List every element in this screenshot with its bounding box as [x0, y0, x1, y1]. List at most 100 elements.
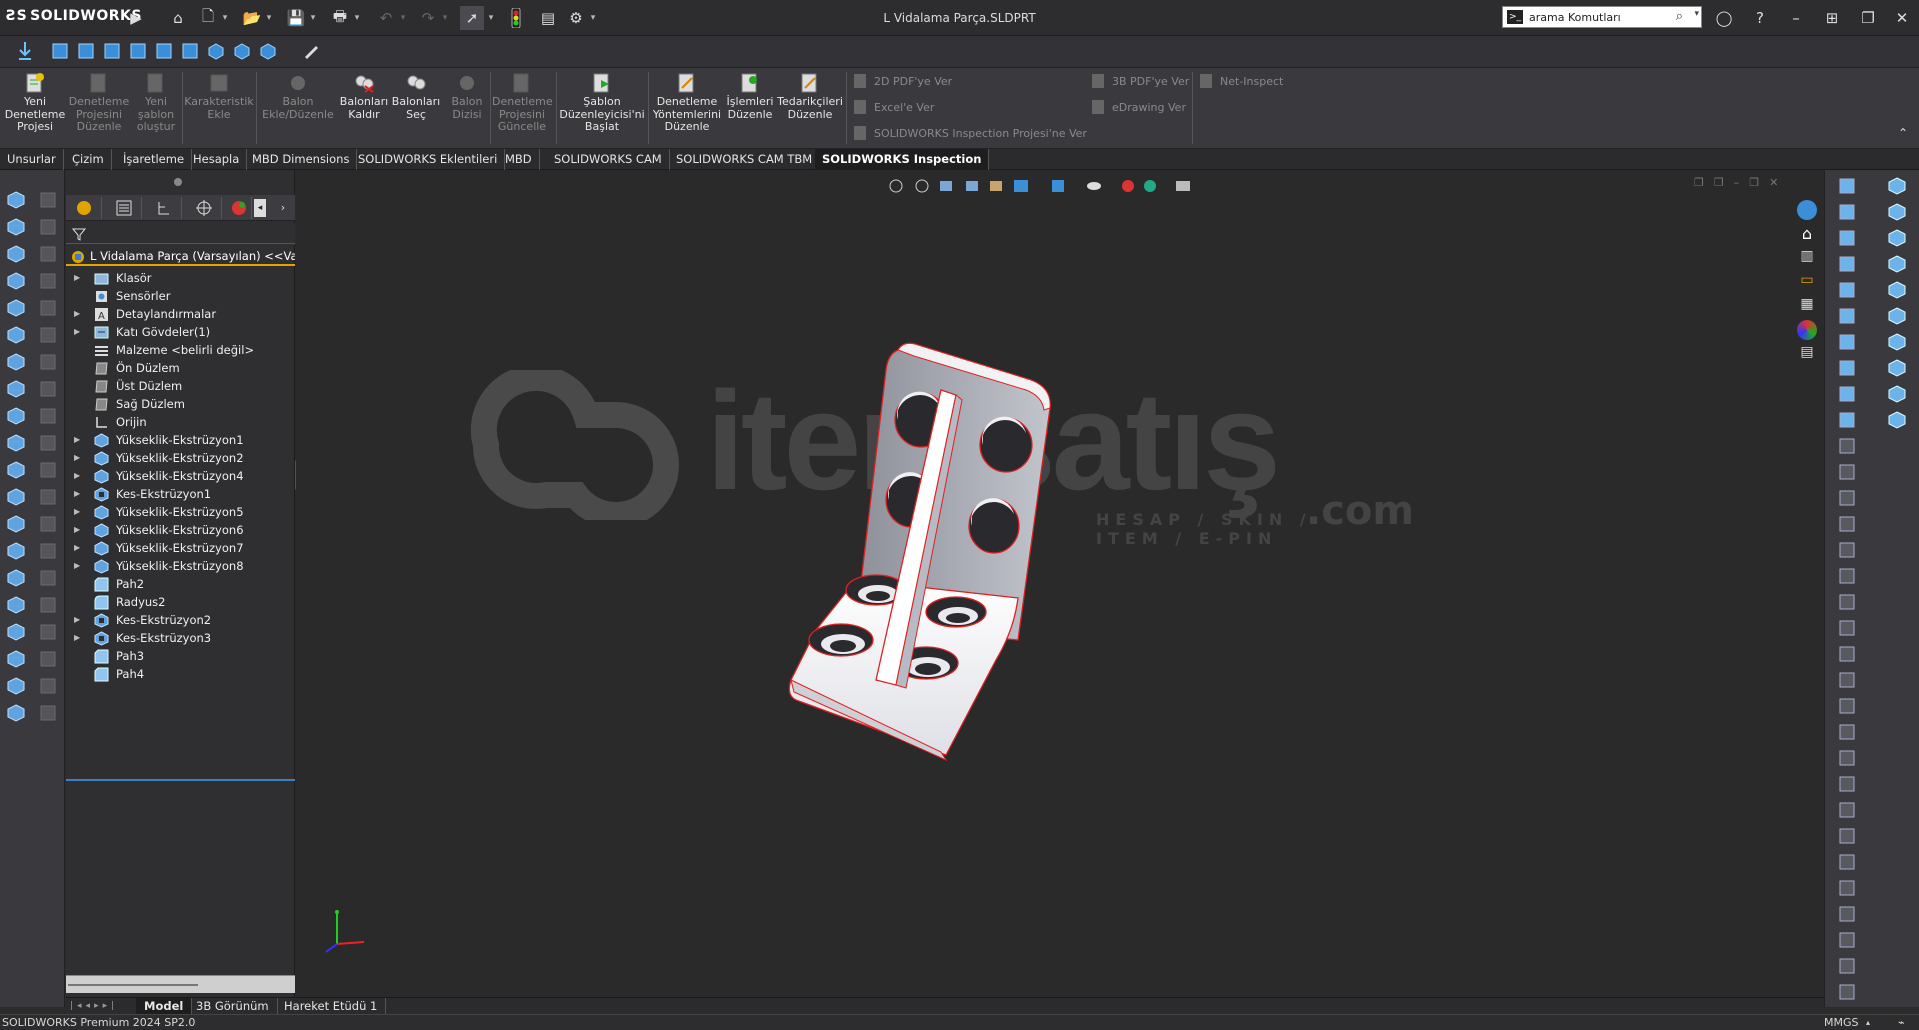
collapse-ribbon-icon[interactable]: ⌃ [1898, 126, 1908, 140]
feature-filter-bar[interactable] [66, 223, 295, 245]
sketch-tool-icon[interactable] [1837, 228, 1857, 248]
draft-icon[interactable] [6, 541, 26, 561]
feature-tree-item[interactable]: ▶ Yükseklik-Ekstrüzyon6 [66, 521, 295, 539]
sketch-tool-icon[interactable] [1837, 358, 1857, 378]
user-account-icon[interactable]: ◯ [1710, 6, 1738, 30]
sketch-tool-icon[interactable] [1837, 930, 1857, 950]
print-dropdown-icon[interactable]: ▾ [352, 8, 362, 28]
tab-hesapla[interactable]: Hesapla [186, 149, 248, 170]
feature-tree-item[interactable]: Sensörler [66, 287, 295, 305]
help-icon[interactable]: ? [1746, 6, 1774, 30]
panel-handle-icon[interactable] [174, 178, 182, 186]
sketch-tool-icon[interactable] [1837, 956, 1857, 976]
view-top-icon[interactable] [153, 40, 175, 62]
extruded-boss-secondary-icon[interactable] [38, 190, 58, 210]
feature-tree-item[interactable]: ▶ Yükseklik-Ekstrüzyon7 [66, 539, 295, 557]
expand-arrow-icon[interactable]: ▶ [74, 449, 84, 467]
new-document-icon[interactable]: 🗋 [196, 6, 220, 30]
redo-icon[interactable]: ↷ [416, 6, 440, 30]
redo-dropdown-icon[interactable]: ▾ [440, 8, 450, 28]
view-bottom-icon[interactable] [179, 40, 201, 62]
zoom-to-fit-icon[interactable] [889, 179, 903, 193]
restore-icon[interactable]: ❐ [1854, 6, 1882, 30]
hide-show-items-icon[interactable] [1087, 182, 1101, 190]
remove-balloons-button[interactable]: Balonları Kaldır [337, 72, 391, 121]
tabs-scroll-left-icon[interactable]: ◂ [254, 199, 266, 217]
revolved-boss-icon[interactable] [6, 217, 26, 237]
view-front-icon[interactable] [49, 40, 71, 62]
feature-tree-item[interactable]: ▶ A Detaylandırmalar [66, 305, 295, 323]
tab-cizim[interactable]: Çizim [65, 149, 112, 170]
edit-operations-button[interactable]: İşlemleri Düzenle [724, 72, 776, 121]
edit-vendors-button[interactable]: Tedarikçileri Düzenle [776, 72, 844, 121]
sketch-tool-icon[interactable] [1837, 800, 1857, 820]
fillet-tool-secondary-icon[interactable] [38, 460, 58, 480]
sketch-tool-icon[interactable] [1837, 566, 1857, 586]
view-trimetric-icon[interactable] [231, 40, 253, 62]
lofted-boss-secondary-icon[interactable] [38, 271, 58, 291]
expand-arrow-icon[interactable]: ▶ [74, 557, 84, 575]
feature-tree-item[interactable]: Malzeme <belirli değil> [66, 341, 295, 359]
open-icon[interactable]: 📂 [240, 6, 264, 30]
sketch-tool-icon[interactable] [1837, 306, 1857, 326]
sketch-pen-icon[interactable] [300, 40, 322, 62]
sketch-tool-icon[interactable] [1837, 514, 1857, 534]
feature-tree-scrollbar[interactable] [66, 975, 295, 993]
display-style-icon[interactable] [1052, 180, 1064, 192]
net-inspect-button[interactable]: Net-Inspect [1198, 73, 1283, 89]
search-icon[interactable]: ⌕ [1676, 9, 1683, 24]
sketch-tool-icon[interactable] [1837, 982, 1857, 1002]
feature-tool-icon[interactable] [1887, 202, 1907, 222]
revolved-cut-icon[interactable] [6, 379, 26, 399]
feature-tree-item[interactable]: Pah3 [66, 647, 295, 665]
swept-boss-icon[interactable] [6, 244, 26, 264]
feature-tree-item[interactable]: ▶ Yükseklik-Ekstrüzyon2 [66, 449, 295, 467]
tabs-scroll-right-icon[interactable]: › [276, 199, 290, 217]
rollback-bar[interactable] [66, 779, 295, 781]
sketch-tool-icon[interactable] [1837, 618, 1857, 638]
expand-arrow-icon[interactable]: ▶ [74, 431, 84, 449]
sketch-tool-icon[interactable] [1837, 436, 1857, 456]
export-2d-pdf-button[interactable]: 2D PDF'ye Ver [852, 73, 952, 89]
appearances-icon[interactable] [1797, 320, 1817, 340]
tab-model[interactable]: Model [136, 998, 193, 1014]
apply-scene-icon[interactable] [1144, 180, 1156, 192]
sketch-tool-icon[interactable] [1837, 540, 1857, 560]
sketch-tool-icon[interactable] [1837, 748, 1857, 768]
open-dropdown-icon[interactable]: ▾ [264, 8, 274, 28]
tab-motion-study-1[interactable]: Hareket Etüdü 1 [276, 998, 387, 1014]
expand-arrow-icon[interactable]: ▶ [74, 539, 84, 557]
feature-tree-item[interactable]: ▶ Kes-Ekstrüzyon1 [66, 485, 295, 503]
feature-tool-icon[interactable] [1887, 332, 1907, 352]
expand-arrow-icon[interactable]: ▶ [74, 521, 84, 539]
feature-tree-item[interactable]: ▶ Kes-Ekstrüzyon2 [66, 611, 295, 629]
units-selector[interactable]: MMGS [1824, 1015, 1859, 1030]
units-dropdown-icon[interactable]: ▴ [1866, 1015, 1870, 1030]
linear-pattern-icon[interactable] [6, 487, 26, 507]
reference-geometry-icon[interactable] [6, 649, 26, 669]
scrollbar-thumb[interactable] [68, 984, 198, 986]
boundary-boss-icon[interactable] [6, 298, 26, 318]
file-properties-icon[interactable]: ▤ [536, 6, 560, 30]
swept-cut-secondary-icon[interactable] [38, 406, 58, 426]
close-icon[interactable]: ✕ [1888, 6, 1916, 30]
tab-isaretleme[interactable]: İşaretleme [116, 149, 193, 170]
wrap-secondary-icon[interactable] [38, 595, 58, 615]
tab-navigation-arrows[interactable]: |◂◂▸▸| [70, 1001, 118, 1011]
home-icon[interactable]: ⌂ [166, 6, 190, 30]
tab-solidworks-cam-tbm[interactable]: SOLIDWORKS CAM TBM [669, 149, 821, 170]
sketch-tool-icon[interactable] [1837, 410, 1857, 430]
undo-dropdown-icon[interactable]: ▾ [398, 8, 408, 28]
extruded-boss-icon[interactable] [6, 190, 26, 210]
feature-tool-icon[interactable] [1887, 280, 1907, 300]
dynamic-annotation-icon[interactable] [990, 181, 1002, 191]
design-library-icon[interactable]: ▥ [1797, 248, 1817, 268]
l-bracket-model[interactable] [786, 340, 1116, 770]
status-message-icon[interactable]: ⌁ [1898, 1015, 1905, 1030]
dimxpertmanager-tab-icon[interactable] [186, 197, 222, 219]
expand-arrow-icon[interactable]: ▶ [74, 467, 84, 485]
fillet-tool-icon[interactable] [6, 460, 26, 480]
select-balloons-button[interactable]: Balonları Seç [391, 72, 441, 121]
solidworks-logo[interactable]: ƧS SOLIDWORKS [6, 8, 142, 24]
expand-arrow-icon[interactable]: ▶ [74, 485, 84, 503]
